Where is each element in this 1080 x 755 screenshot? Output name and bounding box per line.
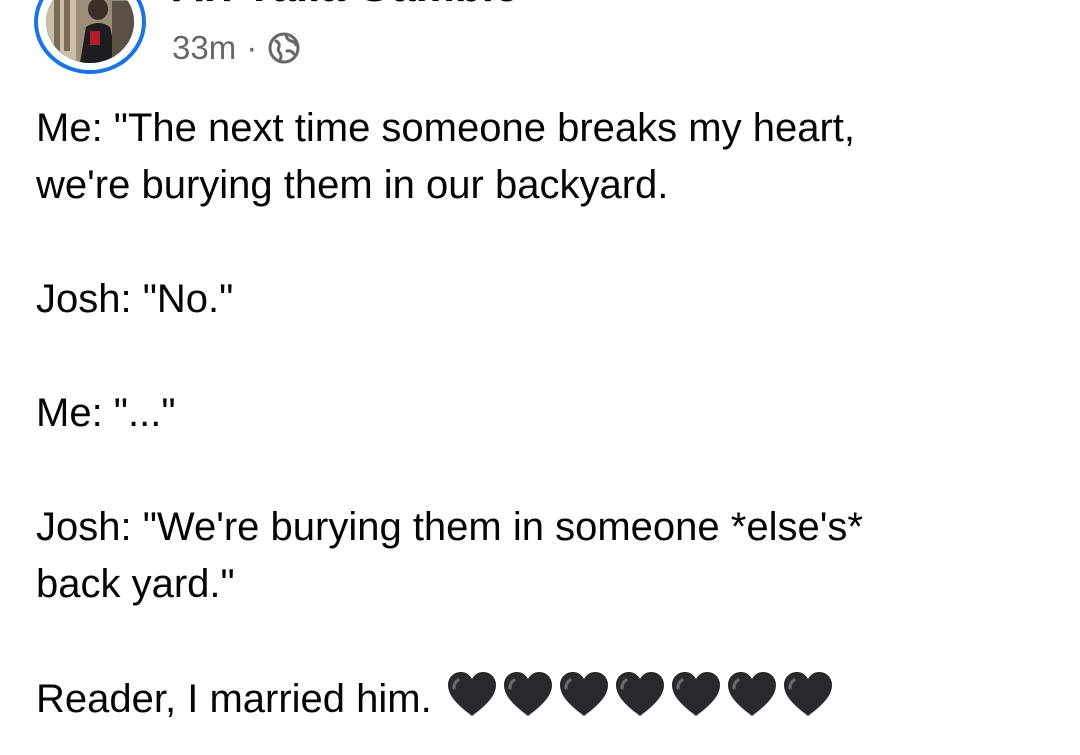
black-heart-icon xyxy=(447,672,496,716)
post-paragraph: Josh: "We're burying them in someone *el… xyxy=(36,499,1046,613)
post-line: Josh: "We're burying them in someone *el… xyxy=(36,505,863,549)
black-hearts-emoji-row xyxy=(446,670,838,734)
meta-separator: · xyxy=(246,29,258,66)
post-meta: 33m · xyxy=(172,28,301,68)
post-line: Josh: "No." xyxy=(36,277,234,321)
post-paragraph: Me: "The next time someone breaks my hea… xyxy=(36,100,1046,214)
globe-icon[interactable] xyxy=(267,31,301,65)
black-heart-icon xyxy=(559,672,608,716)
post-text: Me: "The next time someone breaks my hea… xyxy=(36,100,1046,734)
post-paragraph: Me: "..." xyxy=(36,385,1046,442)
facebook-post: Ari Yalla Gamble 33m · Me: "The next tim… xyxy=(0,0,1080,755)
post-line: Me: "..." xyxy=(36,391,176,435)
post-paragraph: Reader, I married him. xyxy=(36,670,1046,734)
black-heart-icon xyxy=(615,672,664,716)
black-heart-icon xyxy=(503,672,552,716)
post-line: back yard." xyxy=(36,562,235,606)
author-name[interactable]: Ari Yalla Gamble xyxy=(172,0,518,12)
black-heart-icon xyxy=(727,672,776,716)
black-heart-icon xyxy=(783,672,832,716)
post-line: we're burying them in our backyard. xyxy=(36,163,669,207)
post-paragraph: Josh: "No." xyxy=(36,271,1046,328)
avatar[interactable] xyxy=(46,0,134,63)
post-line: Me: "The next time someone breaks my hea… xyxy=(36,106,855,150)
post-timestamp[interactable]: 33m xyxy=(172,29,236,67)
black-heart-icon xyxy=(671,672,720,716)
profile-avatar-ring[interactable] xyxy=(34,0,146,74)
post-line: Reader, I married him. xyxy=(36,677,432,721)
